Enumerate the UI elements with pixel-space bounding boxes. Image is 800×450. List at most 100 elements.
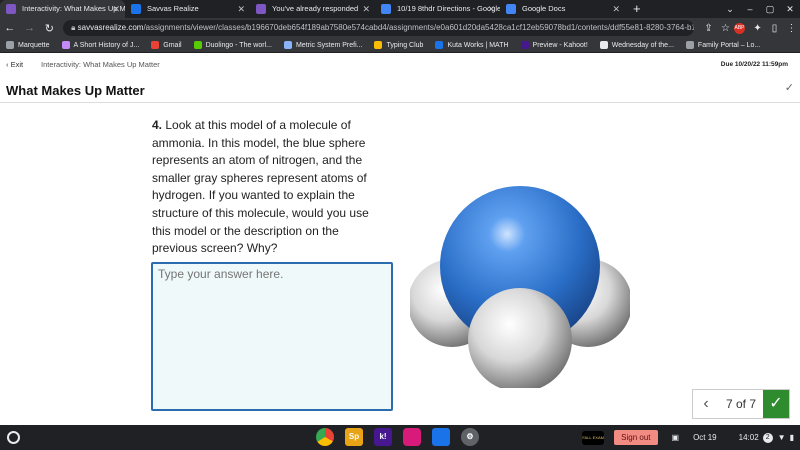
tab-label: Google Docs [522,4,566,13]
pinned-apps: Sp k! ⚙ [316,428,490,446]
sign-out-button[interactable]: Sign out [614,430,658,445]
tab-strip: Interactivity: What Makes Up Ma ✕ Savvas… [0,0,800,18]
minimize-icon[interactable]: – [740,0,760,18]
answer-input[interactable] [151,262,393,411]
url-path: /assignments/viewer/classes/b196670deb65… [143,23,695,32]
time-text[interactable]: 14:02 [739,433,759,442]
back-arrow-icon[interactable]: ← [0,22,20,34]
tab-interactivity[interactable]: Interactivity: What Makes Up Ma ✕ [0,0,125,18]
bookmark-item[interactable]: Kuta Works | MATH [435,41,509,49]
extensions-icon[interactable]: ✦ [749,23,766,34]
files-icon[interactable] [432,428,450,446]
tab-favicon-icon [256,4,266,14]
sub-header: ‹ Exit Interactivity: What Makes Up Matt… [0,53,800,75]
page-counter: 7 of 7 [725,397,757,411]
bookmark-label: Duolingo - The worl... [205,41,272,49]
close-tab-icon[interactable]: ✕ [362,0,370,18]
previous-page-button[interactable]: ‹ [693,395,719,413]
bookmark-label: Marquette [18,41,50,49]
sidebar-icon[interactable]: ▯ [766,23,783,34]
bookmark-item[interactable]: Metric System Prefi... [283,41,362,49]
chevron-down-icon[interactable]: ⌄ [720,0,740,18]
launcher-icon[interactable] [7,431,20,444]
close-tab-icon[interactable]: ✕ [112,0,120,18]
tab-google-docs[interactable]: Google Docs ✕ [500,0,625,18]
bookmark-label: A Short History of J... [73,41,140,49]
share-icon[interactable]: ⇪ [700,23,717,34]
tab-label: Interactivity: What Makes Up Ma [22,4,125,13]
screenshot-icon[interactable]: ▣ [672,433,680,442]
bookmark-item[interactable]: A Short History of J... [61,41,140,49]
status-tray: FALL EXAM Sign out ▣ Oct 19 14:02 2 ▼ ▮ [582,425,800,450]
close-tab-icon[interactable]: ✕ [237,0,245,18]
bookmark-favicon-icon [435,41,444,49]
menu-icon[interactable]: ⋮ [783,23,800,34]
bookmark-item[interactable]: Gmail [151,41,182,49]
bookmark-label: Wednesday of the... [611,41,674,49]
bookmark-item[interactable]: Duolingo - The worl... [193,41,272,49]
tab-favicon-icon [381,4,391,14]
toolbar-icons: ⇪ ☆ ABP ✦ ▯ ⋮ [700,22,800,34]
kahoot-icon[interactable]: k! [374,428,392,446]
user-avatar[interactable]: FALL EXAM [582,430,605,445]
question-number: 4. [152,118,163,132]
new-tab-button[interactable]: + [625,0,649,18]
bookmark-item[interactable]: Wednesday of the... [599,41,674,49]
tab-label: 10/19 8thdr Directions - Google [397,4,500,13]
battery-icon[interactable]: ▮ [790,433,794,442]
question-body: Look at this model of a molecule of ammo… [152,118,369,256]
url-host: savvasrealize.com [77,23,144,32]
tab-already-responded[interactable]: You've already responded ✕ [250,0,375,18]
duolingo-icon [193,41,202,49]
folder-icon [6,41,14,49]
bookmark-item[interactable]: Typing Club [374,41,423,49]
notification-badge[interactable]: 2 [762,432,773,443]
bookmark-star-icon[interactable]: ☆ [717,23,734,34]
sp-icon[interactable]: Sp [345,428,363,446]
tab-directions[interactable]: 10/19 8thdr Directions - Google ✕ [375,0,500,18]
app-pink-icon[interactable] [403,428,421,446]
due-date: Due 10/20/22 11:59pm [720,61,788,68]
bookmark-item[interactable]: Preview - Kahoot! [520,41,588,49]
wifi-icon[interactable]: ▼ [778,433,786,442]
ammonia-model-image [410,186,630,388]
system-shelf: Sp k! ⚙ FALL EXAM Sign out ▣ Oct 19 14:0… [0,425,800,450]
complete-button[interactable]: ✓ [763,390,789,418]
tab-favicon-icon [6,4,16,14]
bookmark-label: Preview - Kahoot! [532,41,588,49]
bookmark-label: Family Portal – Lo... [697,41,761,49]
bookmarks-bar: Marquette A Short History of J... Gmail … [0,38,800,53]
close-window-icon[interactable]: ✕ [780,0,800,18]
tab-favicon-icon [131,4,141,14]
maximize-icon[interactable]: ▢ [760,0,780,18]
breadcrumb: Interactivity: What Makes Up Matter [41,60,160,69]
exit-link[interactable]: ‹ Exit [6,60,23,69]
checkmark-icon: ✓ [784,82,794,94]
bookmark-label: Typing Club [386,41,424,49]
tab-favicon-icon [506,4,516,14]
bookmark-favicon-icon [374,41,383,49]
chrome-icon[interactable] [316,428,334,446]
bookmark-favicon-icon [685,41,694,49]
settings-icon[interactable]: ⚙ [461,428,479,446]
bookmark-favicon-icon [599,41,608,49]
tab-savvas[interactable]: Savvas Realize ✕ [125,0,250,18]
bookmark-item[interactable]: Family Portal – Lo... [685,41,761,49]
date-text[interactable]: Oct 19 [693,433,717,442]
close-tab-icon[interactable]: ✕ [487,0,495,18]
question-text: 4. Look at this model of a molecule of a… [152,117,387,258]
window-controls: ⌄ – ▢ ✕ [720,0,800,18]
bookmark-favicon-icon [283,41,292,49]
url-field[interactable]: 🔒︎ savvasrealize.com/assignments/viewer/… [63,20,695,36]
page-title: What Makes Up Matter [6,83,145,98]
bookmark-item[interactable]: Marquette [6,41,50,49]
gmail-icon [151,41,160,49]
close-tab-icon[interactable]: ✕ [612,0,620,18]
kahoot-icon [520,41,529,49]
page-content: ‹ Exit Interactivity: What Makes Up Matt… [0,53,800,425]
adblock-icon[interactable]: ABP [734,22,746,34]
bookmark-label: Gmail [163,41,182,49]
forward-arrow-icon[interactable]: → [20,22,40,34]
reload-icon[interactable]: ↻ [39,22,59,35]
divider [0,102,800,103]
